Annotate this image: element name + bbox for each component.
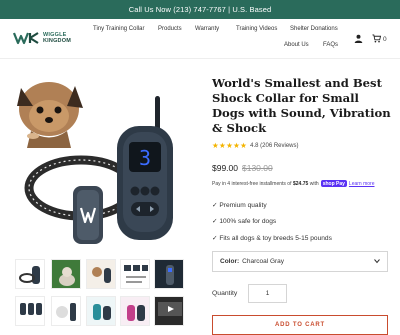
remote-display-digit: 3 bbox=[139, 146, 151, 170]
rating-text: 4.8 (206 Reviews) bbox=[250, 142, 299, 149]
brand-name-2: KINGDOM bbox=[43, 38, 71, 44]
feature-bullet: ✓ Premium quality bbox=[212, 202, 267, 209]
nav-shelter-donations[interactable]: Shelter Donations bbox=[290, 26, 338, 32]
color-label: Color: bbox=[220, 258, 240, 265]
nav-products[interactable]: Products bbox=[158, 26, 182, 32]
star-icon: ★ bbox=[240, 141, 247, 150]
thumbnail-7[interactable] bbox=[51, 296, 81, 326]
shop-pay-badge: shop Pay bbox=[320, 180, 347, 187]
thumbnail-4[interactable] bbox=[120, 259, 150, 289]
color-select[interactable]: Color: Charcoal Gray bbox=[212, 251, 388, 272]
product-rating[interactable]: ★ ★ ★ ★ ★ 4.8 (206 Reviews) bbox=[212, 141, 299, 150]
main-product-image[interactable]: 3 bbox=[11, 76, 188, 253]
star-icon: ★ bbox=[219, 141, 226, 150]
chevron-down-icon bbox=[374, 259, 380, 264]
add-to-cart-button[interactable]: ADD TO CART bbox=[212, 315, 388, 335]
thumbnail-8[interactable] bbox=[86, 296, 116, 326]
thumbnail-6[interactable] bbox=[15, 296, 45, 326]
star-icon: ★ bbox=[233, 141, 240, 150]
nav-training-videos[interactable]: Training Videos bbox=[236, 26, 277, 32]
user-icon[interactable] bbox=[354, 34, 363, 43]
paw-logo-icon bbox=[13, 32, 39, 45]
quantity-input[interactable]: 1 bbox=[248, 284, 287, 303]
feature-bullet: ✓ Fits all dogs & toy breeds 5-15 pounds bbox=[212, 235, 332, 242]
star-icon: ★ bbox=[226, 141, 233, 150]
remote-transmitter: 3 bbox=[117, 96, 173, 240]
installments-info: Pay in 4 interest-free installments of $… bbox=[212, 180, 375, 187]
sale-price: $99.00 bbox=[212, 163, 238, 173]
installments-text: Pay in 4 interest-free installments of bbox=[212, 180, 292, 187]
feature-bullet: ✓ 100% safe for dogs bbox=[212, 218, 277, 225]
compare-price: $130.00 bbox=[242, 163, 273, 173]
thumbnail-video[interactable] bbox=[154, 296, 184, 326]
thumbnail-2[interactable] bbox=[51, 259, 81, 289]
star-icon: ★ bbox=[212, 141, 219, 150]
dog-photo bbox=[17, 82, 83, 148]
site-header: WIGGLE KINGDOM Tiny Training Collar Prod… bbox=[0, 19, 400, 59]
nav-warranty[interactable]: Warranty bbox=[195, 26, 219, 32]
color-value: Charcoal Gray bbox=[242, 258, 285, 265]
brand-logo[interactable]: WIGGLE KINGDOM bbox=[13, 31, 71, 45]
thumbnail-1[interactable] bbox=[15, 259, 45, 289]
cart-icon[interactable] bbox=[372, 34, 381, 43]
add-to-cart-label: ADD TO CART bbox=[274, 322, 326, 328]
announcement-text: Call Us Now (213) 747-7767 | U.S. Based bbox=[128, 5, 272, 14]
installments-with: with bbox=[309, 180, 319, 187]
installments-amount: $24.75 bbox=[292, 180, 309, 187]
quantity-label: Quantity bbox=[212, 290, 238, 297]
thumbnail-3[interactable] bbox=[86, 259, 116, 289]
learn-more-link[interactable]: Learn more bbox=[349, 181, 375, 187]
announcement-bar: Call Us Now (213) 747-7767 | U.S. Based bbox=[0, 0, 400, 19]
nav-faqs[interactable]: FAQs bbox=[323, 42, 338, 48]
thumbnail-5[interactable] bbox=[154, 259, 184, 289]
quantity-value: 1 bbox=[265, 290, 270, 297]
cart-count: 0 bbox=[383, 36, 387, 43]
nav-about-us[interactable]: About Us bbox=[284, 42, 309, 48]
nav-tiny-training-collar[interactable]: Tiny Training Collar bbox=[93, 26, 144, 32]
thumbnail-9[interactable] bbox=[120, 296, 150, 326]
product-title: World's Smallest and Best Shock Collar f… bbox=[212, 76, 391, 135]
